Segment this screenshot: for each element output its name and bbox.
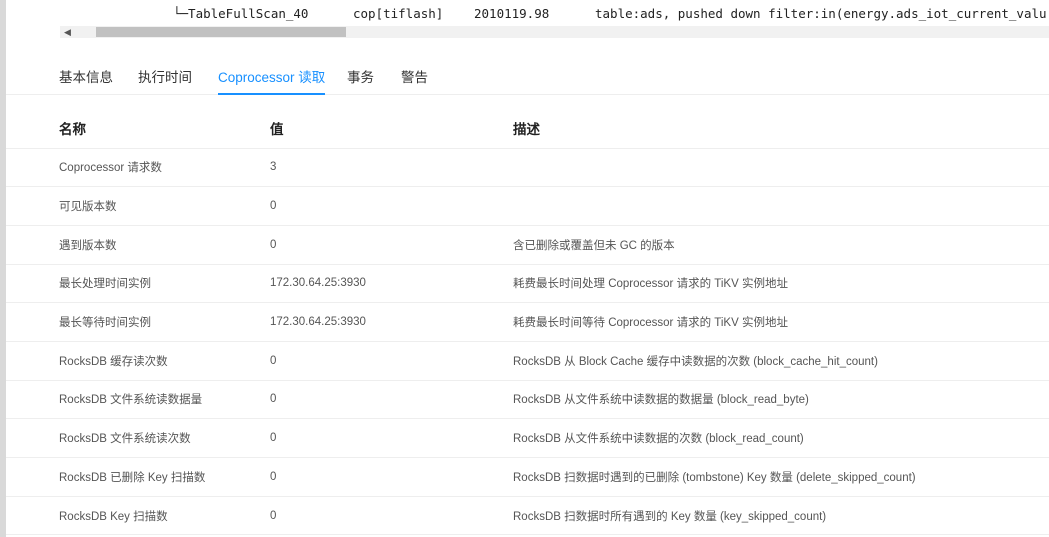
cell-name: 最长处理时间实例 bbox=[6, 264, 270, 304]
cell-name: RocksDB 已删除 Key 扫描数 bbox=[6, 457, 270, 497]
tab-bar: 基本信息 执行时间 Coprocessor 读取 事务 警告 bbox=[6, 52, 1049, 95]
tab-execution-time[interactable]: 执行时间 bbox=[138, 66, 192, 86]
cell-description: 耗费最长时间处理 Coprocessor 请求的 TiKV 实例地址 bbox=[513, 264, 1049, 304]
cell-value: 0 bbox=[270, 457, 513, 497]
tab-transaction[interactable]: 事务 bbox=[347, 66, 374, 86]
cell-value: 0 bbox=[270, 418, 513, 458]
cell-value: 0 bbox=[270, 186, 513, 226]
cell-description: 含已删除或覆盖但未 GC 的版本 bbox=[513, 225, 1049, 265]
plan-est-rows: 2010119.98 bbox=[474, 6, 550, 21]
table-row: RocksDB 缓存读次数 0 RocksDB 从 Block Cache 缓存中读… bbox=[6, 341, 1049, 381]
plan-info: table:ads, pushed down filter:in(energy.… bbox=[595, 6, 1047, 21]
cell-value: 0 bbox=[270, 225, 513, 265]
cell-description bbox=[513, 186, 1049, 226]
scroll-left-icon[interactable]: ◀ bbox=[64, 26, 71, 38]
table-row: RocksDB 已删除 Key 扫描数 0 RocksDB 扫数据时遇到的已删除 (… bbox=[6, 457, 1049, 497]
cell-name: Coprocessor 请求数 bbox=[6, 148, 270, 188]
table-row: Coprocessor 请求数 3 bbox=[6, 148, 1049, 188]
table-row: RocksDB 文件系统读数据量 0 RocksDB 从文件系统中读数据的数据量 (… bbox=[6, 380, 1049, 420]
cell-value: 0 bbox=[270, 341, 513, 381]
table-row: 可见版本数 0 bbox=[6, 186, 1049, 226]
cell-name: 遇到版本数 bbox=[6, 225, 270, 265]
plan-task: cop[tiflash] bbox=[353, 6, 444, 21]
table-row: 最长等待时间实例 172.30.64.25:3930 耗费最长时间等待 Coproc… bbox=[6, 302, 1049, 342]
tab-coprocessor-read[interactable]: Coprocessor 读取 bbox=[218, 66, 326, 95]
cell-value: 0 bbox=[270, 380, 513, 420]
tab-warnings[interactable]: 警告 bbox=[401, 66, 428, 86]
coprocessor-table: 名称 值 描述 Coprocessor 请求数 3 可见版本数 0 遇到版本数 0 含已删除… bbox=[6, 108, 1049, 536]
cell-name: RocksDB 缓存读次数 bbox=[6, 341, 270, 381]
table-header: 名称 值 描述 bbox=[6, 108, 1049, 149]
plan-operator: └─TableFullScan_40 bbox=[173, 6, 309, 21]
cell-name: 可见版本数 bbox=[6, 186, 270, 226]
table-row: RocksDB Key 扫描数 0 RocksDB 扫数据时所有遇到的 Key 数量… bbox=[6, 496, 1049, 536]
table-row: 遇到版本数 0 含已删除或覆盖但未 GC 的版本 bbox=[6, 225, 1049, 265]
header-value: 值 bbox=[270, 108, 513, 149]
table-row: RocksDB 文件系统读次数 0 RocksDB 从文件系统中读数据的次数 (bl… bbox=[6, 418, 1049, 458]
table-row: 最长处理时间实例 172.30.64.25:3930 耗费最长时间处理 Coproc… bbox=[6, 264, 1049, 304]
scrollbar-thumb[interactable] bbox=[96, 27, 346, 37]
cell-value: 3 bbox=[270, 148, 513, 188]
horizontal-scrollbar[interactable]: ◀ bbox=[60, 26, 1049, 38]
tab-basic-info[interactable]: 基本信息 bbox=[59, 66, 113, 86]
cell-description bbox=[513, 148, 1049, 188]
header-name: 名称 bbox=[6, 108, 270, 149]
cell-description: RocksDB 扫数据时所有遇到的 Key 数量 (key_skipped_co… bbox=[513, 496, 1049, 536]
cell-description: 耗费最长时间等待 Coprocessor 请求的 TiKV 实例地址 bbox=[513, 302, 1049, 342]
cell-name: RocksDB 文件系统读数据量 bbox=[6, 380, 270, 420]
cell-value: 0 bbox=[270, 496, 513, 536]
header-description: 描述 bbox=[513, 108, 1049, 149]
cell-name: RocksDB Key 扫描数 bbox=[6, 496, 270, 536]
cell-value: 172.30.64.25:3930 bbox=[270, 302, 513, 342]
cell-description: RocksDB 从文件系统中读数据的次数 (block_read_count) bbox=[513, 418, 1049, 458]
cell-name: 最长等待时间实例 bbox=[6, 302, 270, 342]
cell-description: RocksDB 从文件系统中读数据的数据量 (block_read_byte) bbox=[513, 380, 1049, 420]
cell-name: RocksDB 文件系统读次数 bbox=[6, 418, 270, 458]
cell-description: RocksDB 扫数据时遇到的已删除 (tombstone) Key 数量 (d… bbox=[513, 457, 1049, 497]
cell-description: RocksDB 从 Block Cache 缓存中读数据的次数 (block_c… bbox=[513, 341, 1049, 381]
cell-value: 172.30.64.25:3930 bbox=[270, 264, 513, 304]
